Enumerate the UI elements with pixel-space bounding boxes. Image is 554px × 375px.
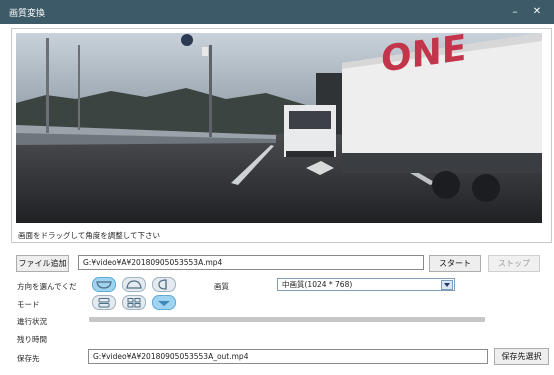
title-bar (0, 0, 554, 24)
input-file-path[interactable]: G:¥video¥A¥20180905053553A.mp4 (78, 255, 424, 270)
quality-selected-value: 中画質(1024 * 768) (282, 280, 353, 289)
start-button[interactable]: スタート (429, 255, 481, 272)
video-preview[interactable]: ONE (16, 33, 542, 223)
minimize-button[interactable]: – (506, 3, 524, 21)
quality-select[interactable]: 中画質(1024 * 768) (277, 278, 455, 291)
direction-label: 方向を選んでくだ (17, 282, 77, 291)
dome-up-icon[interactable] (122, 277, 146, 292)
two-rows-icon[interactable] (92, 295, 116, 310)
four-grid-icon[interactable] (122, 295, 146, 310)
progress-label: 進行状況 (17, 317, 47, 326)
add-file-button[interactable]: ファイル追加 (16, 255, 69, 272)
stop-button[interactable]: ストップ (488, 255, 540, 272)
half-circle-side-icon[interactable] (152, 277, 176, 292)
choose-save-path-button[interactable]: 保存先選択 (494, 348, 549, 365)
close-button[interactable]: ✕ (528, 3, 546, 21)
output-file-path[interactable]: G:¥video¥A¥20180905053553A_out.mp4 (88, 349, 488, 364)
save-path-label: 保存先 (17, 354, 40, 363)
chevron-down-icon[interactable] (441, 280, 453, 290)
hexagon-view-icon[interactable] (152, 295, 176, 310)
quality-label: 画質 (214, 282, 229, 291)
progress-bar (89, 317, 485, 322)
window-title: 画質変換 (9, 9, 46, 19)
remaining-time-label: 残り時間 (17, 335, 47, 344)
dashcam-frame-image: ONE (16, 33, 542, 223)
bowl-down-icon[interactable] (92, 277, 116, 292)
preview-hint: 画面をドラッグして角度を調整して下さい (18, 231, 161, 240)
mode-label: モード (17, 300, 40, 309)
